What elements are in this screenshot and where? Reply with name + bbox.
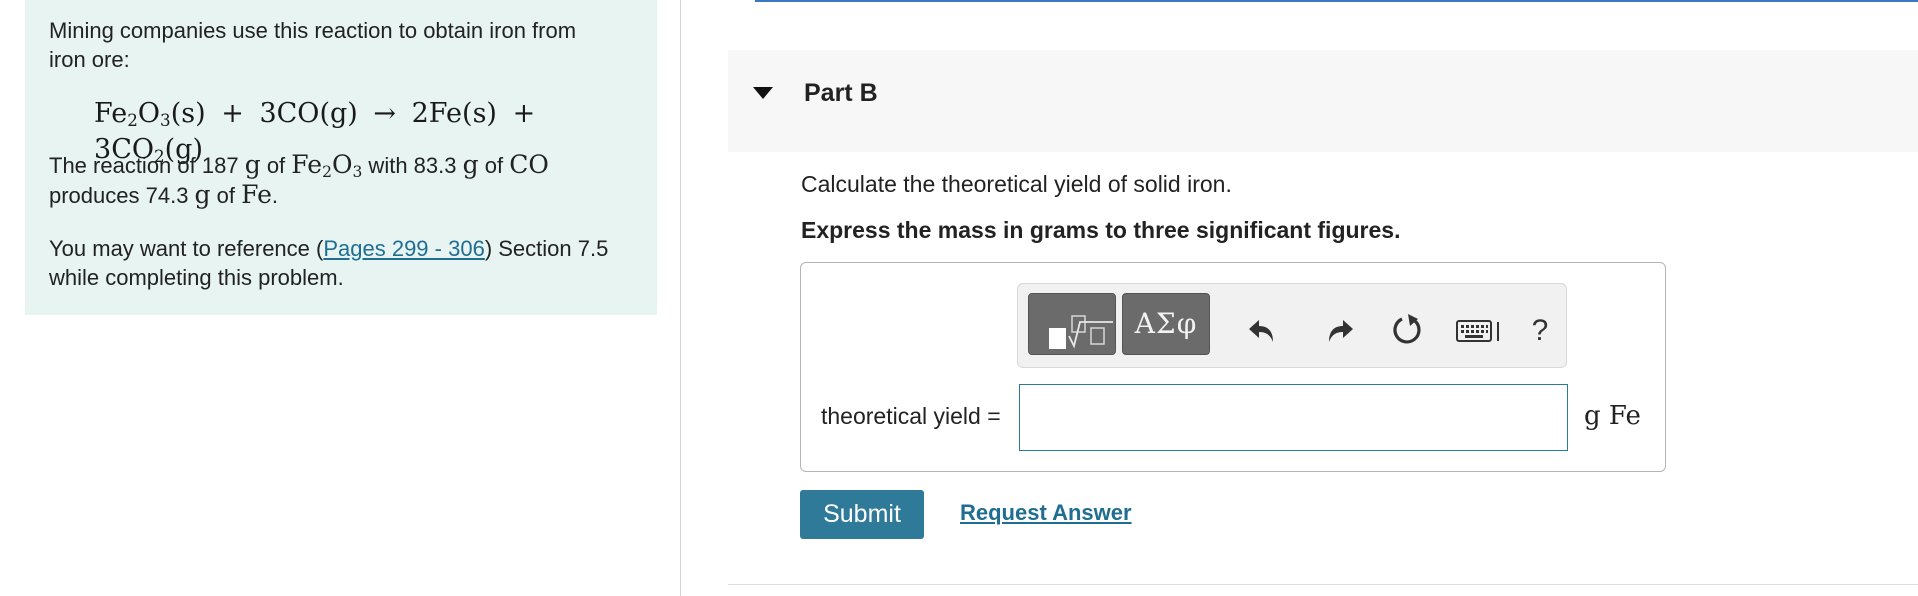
sub: 2	[322, 162, 332, 181]
redo-icon[interactable]	[1321, 312, 1357, 348]
instruction-text: Express the mass in grams to three signi…	[801, 217, 1401, 243]
math-toolbar: ΑΣφ ?	[1017, 283, 1567, 368]
text: .	[271, 183, 279, 208]
text: of	[478, 153, 510, 178]
part-header[interactable]: Part B	[728, 50, 1918, 152]
fe2o3-o: O	[331, 150, 353, 179]
eq-state: (g)	[319, 98, 358, 129]
help-button[interactable]: ?	[1525, 314, 1555, 350]
eq-co: CO	[276, 98, 320, 129]
eq-state: (s)	[170, 98, 206, 129]
keyboard-icon[interactable]	[1455, 312, 1505, 348]
eq-plus: +	[512, 98, 536, 129]
eq-sub: 2	[127, 110, 138, 131]
fe-formula: Fe	[241, 180, 272, 209]
reaction-equation: Fe2O3(s) + 3CO(g) → 2Fe(s) + 3CO2(g)	[94, 96, 633, 165]
unit-g: g	[462, 150, 479, 179]
text: produces 74.3	[49, 183, 195, 208]
top-rule	[755, 0, 1918, 2]
reset-icon[interactable]	[1389, 312, 1425, 348]
collapse-caret-icon[interactable]	[753, 87, 773, 99]
answer-label: theoretical yield =	[821, 403, 1001, 429]
eq-fe-product: Fe	[428, 98, 463, 129]
question-text: Calculate the theoretical yield of solid…	[801, 171, 1232, 197]
text: The reaction of 187	[49, 153, 245, 178]
request-answer-link[interactable]: Request Answer	[960, 500, 1132, 526]
symbols-button[interactable]: ΑΣφ	[1122, 293, 1210, 355]
eq-sub: 3	[160, 110, 171, 131]
submit-button[interactable]: Submit	[800, 490, 924, 539]
text: with 83.3	[362, 153, 463, 178]
unit-g: g	[194, 180, 211, 209]
fe2o3-fe: Fe	[291, 150, 323, 179]
co-formula: CO	[509, 150, 549, 179]
text: of	[260, 153, 292, 178]
eq-o: O	[137, 98, 161, 129]
text: of	[210, 183, 242, 208]
text: You may want to reference (	[49, 236, 324, 261]
bottom-rule	[728, 584, 1918, 585]
eq-coef: 2	[411, 98, 429, 129]
part-title: Part B	[804, 79, 878, 107]
eq-plus: +	[221, 98, 244, 129]
eq-coef: 3	[259, 98, 277, 129]
answer-unit: g Fe	[1584, 401, 1641, 431]
answer-box: ΑΣφ ? theoretical yield = g Fe	[800, 262, 1666, 472]
reference-note: You may want to reference (Pages 299 - 3…	[49, 234, 624, 292]
eq-fe: Fe	[94, 98, 128, 129]
templates-button[interactable]	[1028, 293, 1116, 355]
sub: 3	[352, 162, 363, 181]
pages-link[interactable]: Pages 299 - 306	[323, 236, 484, 261]
eq-arrow: →	[373, 98, 397, 129]
column-divider	[680, 0, 681, 596]
templates-icon	[1049, 315, 1113, 349]
undo-icon[interactable]	[1245, 312, 1281, 348]
theoretical-yield-input[interactable]	[1019, 384, 1568, 451]
unit-g: g	[244, 150, 261, 179]
problem-panel: Mining companies use this reaction to ob…	[25, 0, 657, 315]
reaction-statement: The reaction of 187 g of Fe2O3 with 83.3…	[49, 150, 624, 210]
problem-intro: Mining companies use this reaction to ob…	[49, 18, 577, 72]
eq-state: (s)	[462, 98, 497, 129]
